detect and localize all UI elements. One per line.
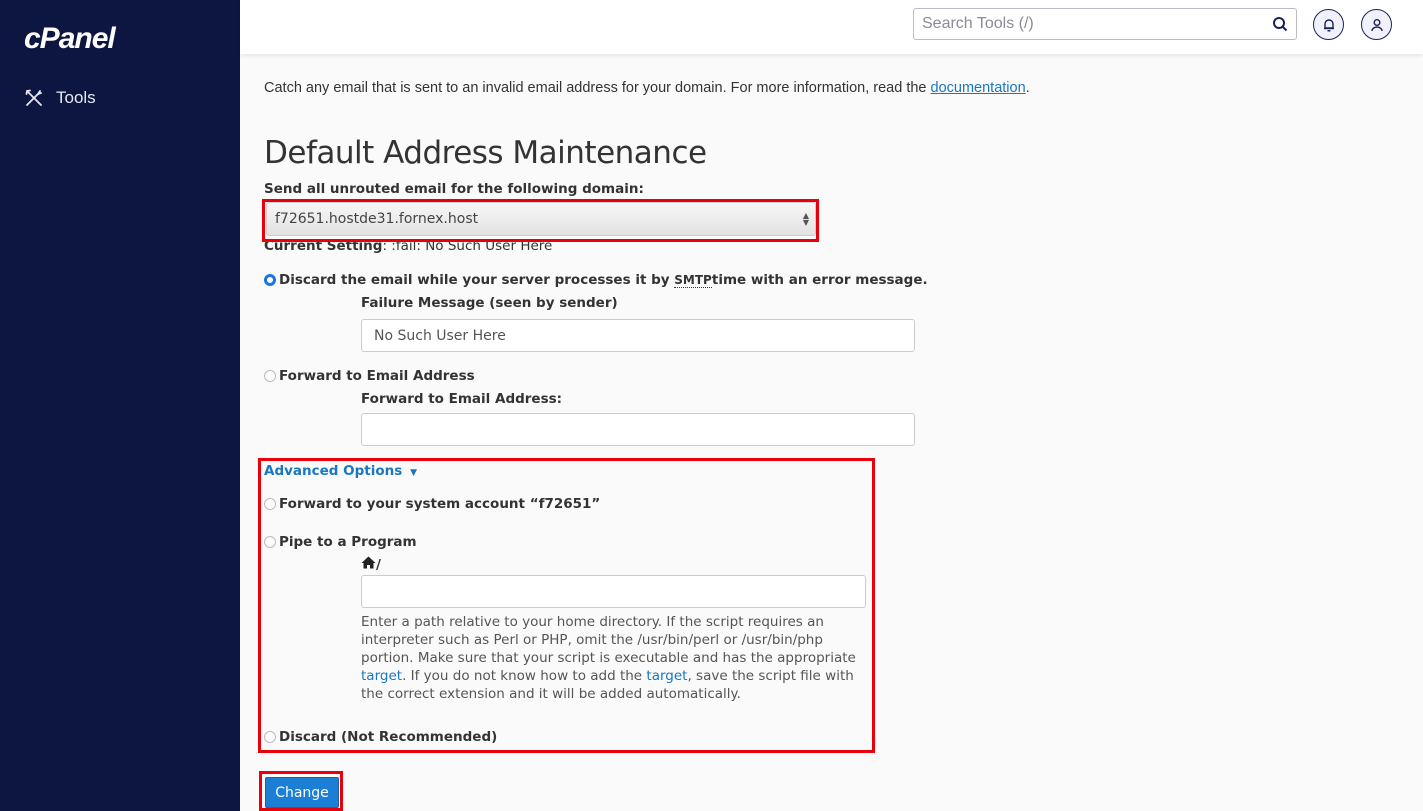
- user-menu-button[interactable]: [1361, 9, 1392, 40]
- tools-icon: [25, 89, 42, 106]
- sidebar-item-label: Tools: [56, 88, 96, 107]
- search-box: [913, 8, 1297, 40]
- option-discard[interactable]: Discard (Not Recommended): [264, 729, 497, 745]
- smtp-abbr: SMTP: [674, 272, 712, 288]
- pipe-help-text: Enter a path relative to your home direc…: [361, 613, 861, 703]
- option-label: Forward to Email Address: [279, 368, 475, 384]
- failure-message-label: Failure Message (seen by sender): [361, 295, 618, 311]
- option-label: Discard (Not Recommended): [279, 729, 498, 745]
- intro-description: Catch any email that is sent to an inval…: [264, 80, 931, 96]
- current-setting-label: Current Setting: [264, 238, 383, 254]
- target-link-2[interactable]: target: [646, 668, 687, 684]
- radio-forward-email[interactable]: [264, 370, 276, 382]
- top-bar: [240, 0, 1423, 54]
- sidebar: cPanel Tools: [0, 0, 240, 811]
- current-setting-value: : :fail: No Such User Here: [382, 238, 553, 254]
- radio-discard-smtp[interactable]: [264, 274, 276, 286]
- option-system-account[interactable]: Forward to your system account “f72651”: [264, 496, 600, 512]
- radio-discard[interactable]: [264, 731, 276, 743]
- search-icon[interactable]: [1272, 16, 1288, 32]
- sidebar-item-tools[interactable]: Tools: [24, 88, 96, 108]
- domain-select[interactable]: f72651.hostde31.fornex.host ▲ ▼: [266, 202, 816, 236]
- option-label: Discard the email while your server proc…: [279, 272, 670, 288]
- forward-email-input[interactable]: [361, 413, 915, 446]
- help-text-2: . If you do not know how to add the: [402, 668, 647, 684]
- option-label: Forward to your system account “f72651”: [279, 496, 601, 512]
- target-link-1[interactable]: target: [361, 668, 402, 684]
- advanced-options-toggle[interactable]: Advanced Options ▼: [264, 463, 417, 479]
- option-label-end: time with an error message.: [711, 272, 928, 288]
- forward-email-label: Forward to Email Address:: [361, 391, 563, 407]
- intro-period: .: [1025, 80, 1030, 96]
- change-button[interactable]: Change: [265, 777, 339, 808]
- option-discard-smtp[interactable]: Discard the email while your server proc…: [264, 272, 928, 288]
- bell-icon: [1323, 18, 1334, 32]
- option-pipe-program[interactable]: Pipe to a Program: [264, 534, 417, 550]
- domain-label: Send all unrouted email for the followin…: [264, 181, 644, 197]
- home-icon: [361, 556, 376, 569]
- notifications-button[interactable]: [1313, 9, 1344, 40]
- page-title: Default Address Maintenance: [264, 135, 707, 171]
- current-setting: Current Setting: :fail: No Such User Her…: [264, 238, 552, 254]
- select-arrows-icon: ▲ ▼: [802, 211, 809, 227]
- advanced-options-label: Advanced Options: [264, 463, 403, 479]
- search-input[interactable]: [914, 9, 1254, 39]
- user-icon: [1370, 18, 1383, 31]
- failure-message-input[interactable]: [361, 319, 915, 352]
- option-forward-email[interactable]: Forward to Email Address: [264, 368, 475, 384]
- pipe-program-input[interactable]: [361, 575, 866, 608]
- help-text-1: Enter a path relative to your home direc…: [361, 614, 856, 666]
- caret-down-icon: ▼: [407, 468, 418, 478]
- option-label: Pipe to a Program: [279, 534, 417, 550]
- intro-text: Catch any email that is sent to an inval…: [264, 80, 1084, 96]
- home-path-prefix: /: [361, 556, 381, 573]
- documentation-link[interactable]: documentation: [931, 80, 1026, 96]
- path-slash: /: [376, 557, 381, 573]
- domain-selected-value: f72651.hostde31.fornex.host: [275, 211, 479, 227]
- radio-system-account[interactable]: [264, 498, 276, 510]
- cpanel-logo[interactable]: cPanel: [24, 22, 116, 56]
- radio-pipe-program[interactable]: [264, 536, 276, 548]
